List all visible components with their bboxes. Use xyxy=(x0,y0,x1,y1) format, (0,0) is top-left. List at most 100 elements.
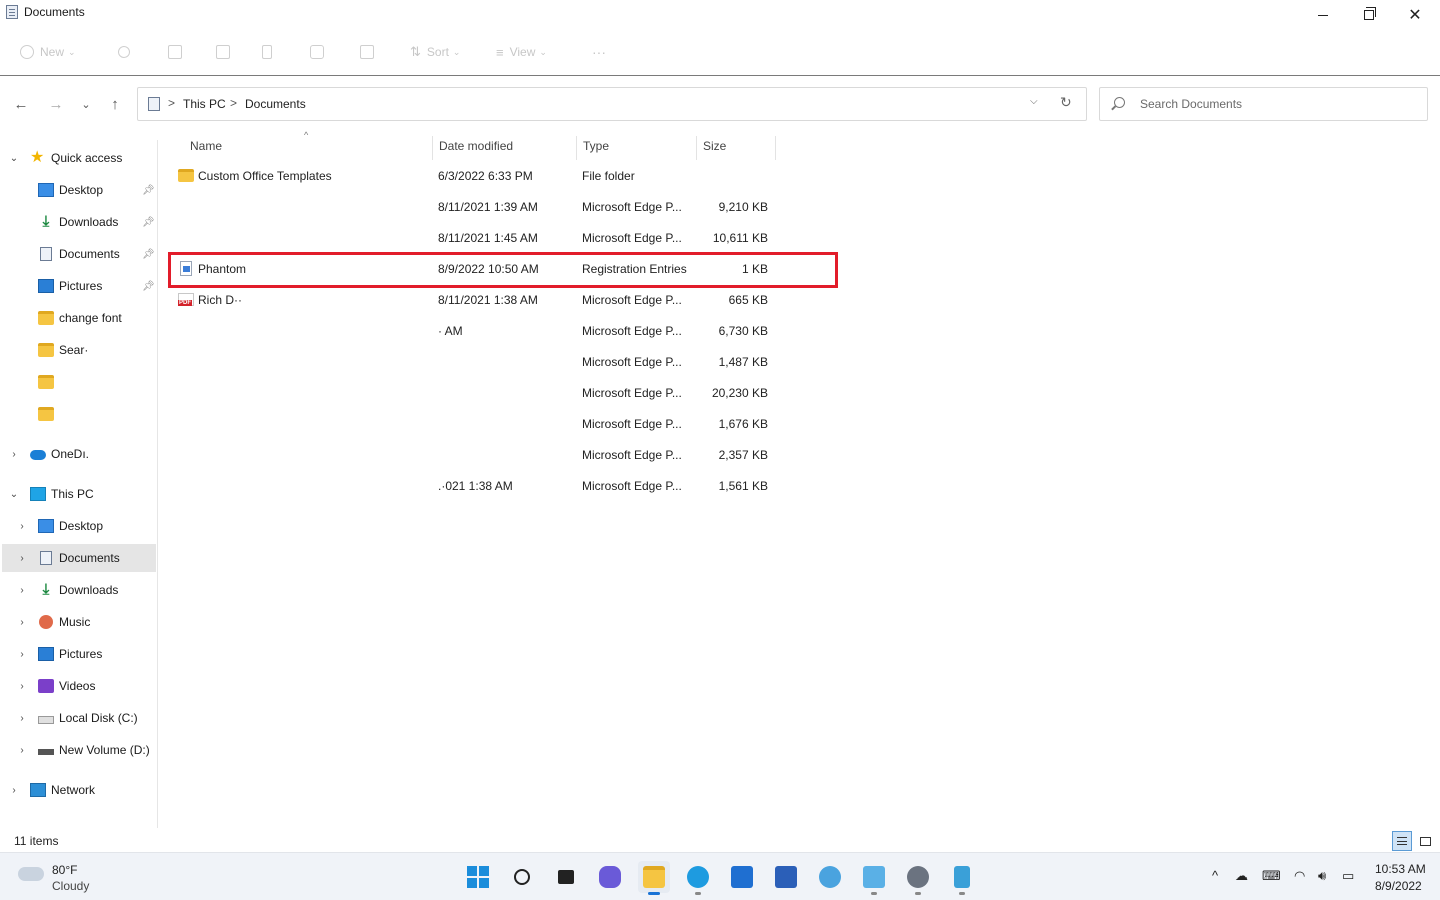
sidebar-item-pc-pictures[interactable]: › Pictures xyxy=(2,640,156,668)
show-hidden-icons-button[interactable]: ^ xyxy=(1212,868,1218,883)
sidebar-item-pc-desktop[interactable]: › Desktop xyxy=(2,512,156,540)
sidebar-item-label: Quick access xyxy=(51,151,123,165)
sidebar-item-this-pc[interactable]: ⌄ This PC xyxy=(2,480,156,508)
folder-icon xyxy=(38,407,54,421)
delete-button[interactable] xyxy=(360,42,380,62)
sidebar-item-pictures[interactable]: Pictures 📌︎ xyxy=(2,272,156,300)
volume-icon[interactable]: 🔊︎ xyxy=(1318,868,1326,884)
sidebar-item-folder[interactable] xyxy=(2,368,156,396)
maximize-button[interactable] xyxy=(1346,0,1392,30)
keyboard-icon[interactable]: ⌨︎ xyxy=(1262,868,1281,884)
share-button[interactable] xyxy=(310,42,330,62)
minimize-button[interactable] xyxy=(1300,0,1346,30)
file-row[interactable]: Microsoft Edge P... 20,230 KB xyxy=(168,378,778,409)
sidebar-item-change-font[interactable]: change font xyxy=(2,304,156,332)
rename-button[interactable] xyxy=(262,42,278,62)
chevron-right-icon[interactable]: › xyxy=(8,449,20,460)
forward-button[interactable]: → xyxy=(45,93,67,115)
sidebar-item-search-folder[interactable]: Sear· xyxy=(2,336,156,364)
start-button[interactable] xyxy=(462,861,494,893)
copy-button[interactable] xyxy=(168,42,188,62)
sidebar-item-pc-documents[interactable]: › Documents xyxy=(2,544,156,572)
folder-icon xyxy=(38,311,54,325)
control-panel-taskbar-button[interactable] xyxy=(858,861,890,895)
weather-condition[interactable]: Cloudy xyxy=(52,879,89,893)
word-taskbar-button[interactable] xyxy=(770,861,802,893)
file-row[interactable]: Microsoft Edge P... 1,487 KB xyxy=(168,347,778,378)
search-input[interactable]: Search Documents xyxy=(1140,97,1242,111)
documents-app-icon xyxy=(6,5,18,19)
battery-icon[interactable]: ▭ xyxy=(1342,868,1354,884)
wifi-icon[interactable]: ◠ xyxy=(1294,868,1305,884)
file-row[interactable]: 8/11/2021 1:45 AM Microsoft Edge P... 10,6… xyxy=(168,223,778,254)
recent-locations-button[interactable]: ⌄ xyxy=(75,93,97,115)
column-header-date-modified[interactable]: Date modified xyxy=(432,136,576,160)
sidebar-item-onedrive[interactable]: › OneDı. xyxy=(2,440,156,468)
chevron-right-icon[interactable]: › xyxy=(16,649,28,660)
chevron-right-icon[interactable]: › xyxy=(16,617,28,628)
sidebar-item-local-disk-c[interactable]: › Local Disk (C:) xyxy=(2,704,156,732)
sidebar-item-pc-music[interactable]: › Music xyxy=(2,608,156,636)
sidebar-item-pc-downloads[interactable]: › ⤓ Downloads xyxy=(2,576,156,604)
file-row[interactable]: Phantom 8/9/2022 10:50 AM Registration Ent… xyxy=(168,254,778,285)
chevron-right-icon[interactable]: › xyxy=(16,521,28,532)
store-taskbar-button[interactable] xyxy=(726,861,758,893)
paste-button[interactable] xyxy=(216,42,236,62)
chevron-down-icon[interactable]: ⌄ xyxy=(8,153,20,164)
address-dropdown-icon[interactable]: ⌵ xyxy=(1030,96,1038,107)
column-header-size[interactable]: Size xyxy=(696,136,776,160)
onedrive-tray-icon[interactable]: ☁︎ xyxy=(1235,868,1248,884)
notepad-taskbar-button[interactable] xyxy=(946,861,978,895)
chevron-down-icon[interactable]: ⌄ xyxy=(8,489,20,500)
task-view-button[interactable] xyxy=(550,861,582,893)
refresh-icon[interactable]: ↻ xyxy=(1060,94,1072,111)
column-header-type[interactable]: Type xyxy=(576,136,696,160)
chevron-right-icon[interactable]: › xyxy=(16,713,28,724)
breadcrumb-documents[interactable]: Documents xyxy=(245,97,306,111)
chevron-right-icon[interactable]: › xyxy=(16,553,28,564)
new-button[interactable]: New ⌄ xyxy=(20,42,76,62)
sidebar-item-network[interactable]: › Network xyxy=(2,776,156,804)
file-explorer-taskbar-button[interactable] xyxy=(638,861,670,895)
address-bar[interactable]: > This PC > Documents ⌵ ↻ xyxy=(137,87,1087,121)
clock-date[interactable]: 8/9/2022 xyxy=(1375,879,1422,893)
chevron-right-icon[interactable]: › xyxy=(16,745,28,756)
sidebar-item-pc-videos[interactable]: › Videos xyxy=(2,672,156,700)
sidebar-item-quick-access[interactable]: ⌄ ★ Quick access xyxy=(2,144,156,172)
file-row[interactable]: Rich D·· 8/11/2021 1:38 AM Microsoft Edge … xyxy=(168,285,778,316)
sort-button[interactable]: ⇅ Sort ⌄ xyxy=(410,42,460,62)
up-button[interactable]: ↑ xyxy=(104,93,126,115)
sidebar-item-desktop[interactable]: Desktop 📌︎ xyxy=(2,176,156,204)
file-row[interactable]: Microsoft Edge P... 1,676 KB xyxy=(168,409,778,440)
edge-taskbar-button[interactable] xyxy=(682,861,714,895)
file-row[interactable]: · AM Microsoft Edge P... 6,730 KB xyxy=(168,316,778,347)
search-taskbar-button[interactable] xyxy=(506,861,538,893)
settings-taskbar-button[interactable] xyxy=(902,861,934,895)
file-row[interactable]: Custom Office Templates 6/3/2022 6:33 PM F… xyxy=(168,161,778,192)
clock-time[interactable]: 10:53 AM xyxy=(1375,862,1426,876)
sidebar-item-documents[interactable]: Documents 📌︎ xyxy=(2,240,156,268)
sidebar-item-downloads[interactable]: ⤓ Downloads 📌︎ xyxy=(2,208,156,236)
back-button[interactable]: ← xyxy=(10,93,32,115)
file-row[interactable]: .·021 1:38 AM Microsoft Edge P... 1,561 KB xyxy=(168,471,778,502)
details-view-button[interactable] xyxy=(1392,831,1412,851)
cut-button[interactable] xyxy=(118,42,136,62)
column-header-name[interactable]: Name xyxy=(184,136,430,160)
chevron-right-icon[interactable]: › xyxy=(16,681,28,692)
weather-temperature[interactable]: 80°F xyxy=(52,863,77,877)
large-icons-view-button[interactable] xyxy=(1415,831,1435,851)
chevron-right-icon[interactable]: › xyxy=(16,585,28,596)
search-box[interactable]: Search Documents xyxy=(1099,87,1428,121)
cloud-icon[interactable] xyxy=(18,867,44,881)
breadcrumb-this-pc[interactable]: This PC xyxy=(183,97,226,111)
view-button[interactable]: ≡ View ⌄ xyxy=(496,42,547,62)
chevron-right-icon[interactable]: › xyxy=(8,785,20,796)
sidebar-item-new-volume-d[interactable]: › New Volume (D:) xyxy=(2,736,156,764)
more-options-button[interactable]: ··· xyxy=(592,42,606,62)
close-button[interactable]: ✕ xyxy=(1392,0,1438,30)
file-row[interactable]: 8/11/2021 1:39 AM Microsoft Edge P... 9,21… xyxy=(168,192,778,223)
sidebar-item-folder[interactable] xyxy=(2,400,156,428)
chat-button[interactable] xyxy=(594,861,626,893)
file-row[interactable]: Microsoft Edge P... 2,357 KB xyxy=(168,440,778,471)
paint-taskbar-button[interactable] xyxy=(814,861,846,893)
